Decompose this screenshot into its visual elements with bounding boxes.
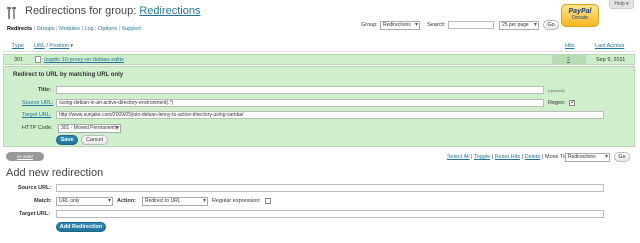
group-title-link[interactable]: Redirections [139, 5, 200, 17]
regex-checkbox[interactable] [569, 99, 575, 106]
optional-note: (optional) [548, 88, 565, 93]
col-hits[interactable]: Hits [565, 43, 574, 49]
filter-go-button[interactable]: Go [543, 20, 559, 30]
http-code-select[interactable]: 301 - Moved Permanently [58, 124, 121, 133]
group-label: Group: [361, 22, 378, 28]
add-regex-label: Regular expression: [212, 198, 261, 204]
http-code-label: HTTP Code: [22, 125, 53, 131]
subnav: Redirects | Groups | Modules | Log | Opt… [7, 26, 141, 32]
group-select[interactable]: Redirections [380, 21, 420, 30]
title-label: Title: [38, 87, 52, 93]
add-regex-checkbox[interactable] [265, 198, 271, 204]
add-target-label: Target URL: [19, 211, 51, 217]
add-action-select[interactable]: Redirect to URL [142, 197, 208, 206]
save-button[interactable]: Save [56, 135, 78, 145]
search-input[interactable] [448, 21, 494, 29]
add-match-label: Match: [34, 198, 52, 204]
header-divider [3, 51, 635, 52]
cancel-button[interactable]: Cancel [81, 135, 108, 145]
nav-modules[interactable]: Modules [59, 26, 80, 32]
add-action-label: Action: [117, 198, 136, 204]
help-button[interactable]: Help ▾ [609, 0, 634, 9]
edit-heading: Redirect to URL by matching URL only [13, 72, 124, 78]
page-title-text: Redirections for group: [25, 5, 140, 17]
row-url-link[interactable]: /zaptic-10-proxy-on-debian-sqlite [44, 57, 124, 63]
nav-groups[interactable]: Groups [37, 26, 55, 32]
search-label: Search: [427, 22, 446, 28]
bulk-actions: Select All | Toggle | Reset Hits | Delet… [447, 154, 567, 160]
source-url-input[interactable]: /using-debian-in-an-active-directory-env… [56, 99, 544, 107]
nav-log[interactable]: Log [84, 26, 93, 32]
move-to-label: Move To: [545, 154, 568, 160]
reorder-label: re-order [16, 154, 33, 159]
target-url-label[interactable]: Target URL: [22, 112, 51, 118]
target-url-input[interactable]: http://www.sunjake.com/2009/05/join-debi… [56, 111, 604, 119]
plugin-icon [5, 6, 19, 20]
source-url-label[interactable]: Source URL: [22, 100, 54, 106]
move-go-button[interactable]: Go [614, 152, 630, 162]
add-source-input[interactable] [56, 184, 604, 192]
paypal-donate-button[interactable]: PayPal Donate [561, 4, 599, 27]
row-last-access: Sep 9, 2011 [596, 57, 626, 63]
regex-label: Regex: [548, 100, 566, 106]
add-heading: Add new redirection [6, 167, 104, 179]
add-source-label: Source URL: [18, 185, 52, 191]
add-target-input[interactable] [56, 210, 604, 218]
title-input[interactable] [56, 86, 544, 94]
row-type: 301 [14, 57, 24, 63]
paypal-logo: PayPal [568, 8, 592, 15]
sort-arrow-icon: ▾ [70, 43, 74, 49]
reorder-tag[interactable]: re-order [6, 152, 44, 161]
col-position[interactable]: Position [49, 43, 69, 49]
row-page-icon [35, 56, 41, 63]
donate-label: Donate [571, 15, 589, 21]
add-redirection-button[interactable]: Add Redirection [56, 222, 106, 232]
col-url-header: URL / Position ▾ [34, 43, 73, 49]
col-url[interactable]: URL [34, 43, 45, 49]
page-title: Redirections for group: Redirections [25, 5, 200, 17]
move-to-select[interactable]: Redirections [565, 153, 610, 162]
delete-link[interactable]: Delete [525, 154, 541, 160]
nav-support[interactable]: Support [122, 26, 141, 32]
add-match-select[interactable]: URL only [56, 197, 113, 206]
toggle-link[interactable]: Toggle [474, 154, 490, 160]
col-last-access[interactable]: Last Access [595, 43, 624, 49]
reset-hits-link[interactable]: Reset Hits [495, 154, 520, 160]
select-all-link[interactable]: Select All [447, 154, 470, 160]
nav-options[interactable]: Options [98, 26, 117, 32]
nav-redirects[interactable]: Redirects [7, 26, 32, 32]
per-page-select[interactable]: 25 per page [499, 21, 539, 30]
row-hits[interactable]: 2 [567, 57, 570, 63]
col-type[interactable]: Type [12, 43, 24, 49]
